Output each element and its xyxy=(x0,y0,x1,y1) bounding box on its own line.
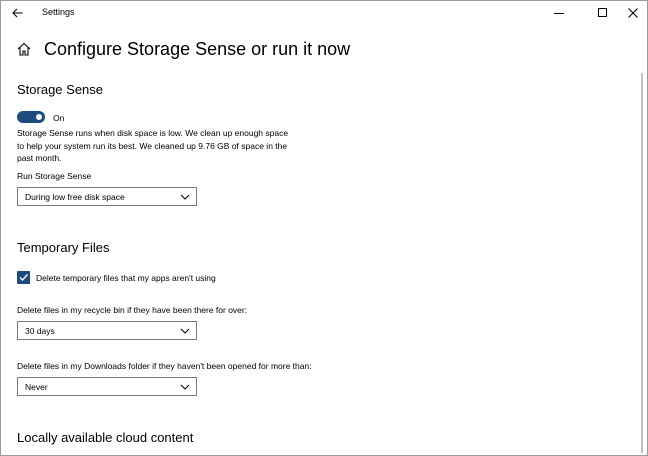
back-arrow-icon xyxy=(11,8,22,18)
maximize-button[interactable] xyxy=(586,1,620,25)
maximize-icon xyxy=(598,8,607,17)
home-icon[interactable] xyxy=(16,41,32,57)
downloads-folder-dropdown[interactable]: Never xyxy=(17,377,197,396)
downloads-folder-label: Delete files in my Downloads folder if t… xyxy=(17,361,312,371)
storage-sense-description-line-3: past month. xyxy=(17,153,62,163)
storage-sense-heading: Storage Sense xyxy=(17,82,104,97)
recycle-bin-dropdown[interactable]: 30 days xyxy=(17,321,197,340)
toggle-knob xyxy=(36,114,42,120)
storage-sense-description-line-2: to help your system run its best. We cle… xyxy=(17,140,288,151)
window-title: Settings xyxy=(42,7,75,17)
chevron-down-icon xyxy=(180,384,190,390)
cloud-content-heading: Locally available cloud content xyxy=(17,430,194,445)
chevron-down-icon xyxy=(180,194,190,200)
storage-sense-toggle[interactable] xyxy=(17,111,45,123)
settings-window: Settings Configure Storage Sense or run … xyxy=(0,0,648,456)
title-bar: Settings xyxy=(1,1,647,25)
chevron-down-icon xyxy=(180,328,190,334)
page-header: Configure Storage Sense or run it now xyxy=(16,37,350,61)
page-title: Configure Storage Sense or run it now xyxy=(44,38,351,59)
delete-temp-files-label: Delete temporary files that my apps aren… xyxy=(36,273,216,283)
back-button[interactable] xyxy=(7,4,27,22)
downloads-folder-value: Never xyxy=(25,382,48,392)
checkmark-icon xyxy=(19,274,29,282)
run-storage-sense-label: Run Storage Sense xyxy=(17,171,92,181)
recycle-bin-value: 30 days xyxy=(25,326,55,336)
run-storage-sense-value: During low free disk space xyxy=(25,192,125,202)
toggle-state-label: On xyxy=(53,113,65,123)
run-storage-sense-dropdown[interactable]: During low free disk space xyxy=(17,187,197,206)
close-icon xyxy=(628,8,638,18)
minimize-button[interactable] xyxy=(542,1,576,25)
vertical-scrollbar[interactable] xyxy=(641,73,643,453)
delete-temp-files-checkbox[interactable] xyxy=(17,271,30,284)
storage-sense-description-line-1: Storage Sense runs when disk space is lo… xyxy=(17,128,289,138)
close-button[interactable] xyxy=(616,1,647,25)
minimize-icon xyxy=(554,13,564,14)
recycle-bin-label: Delete files in my recycle bin if they h… xyxy=(17,305,248,315)
temporary-files-heading: Temporary Files xyxy=(17,240,110,255)
